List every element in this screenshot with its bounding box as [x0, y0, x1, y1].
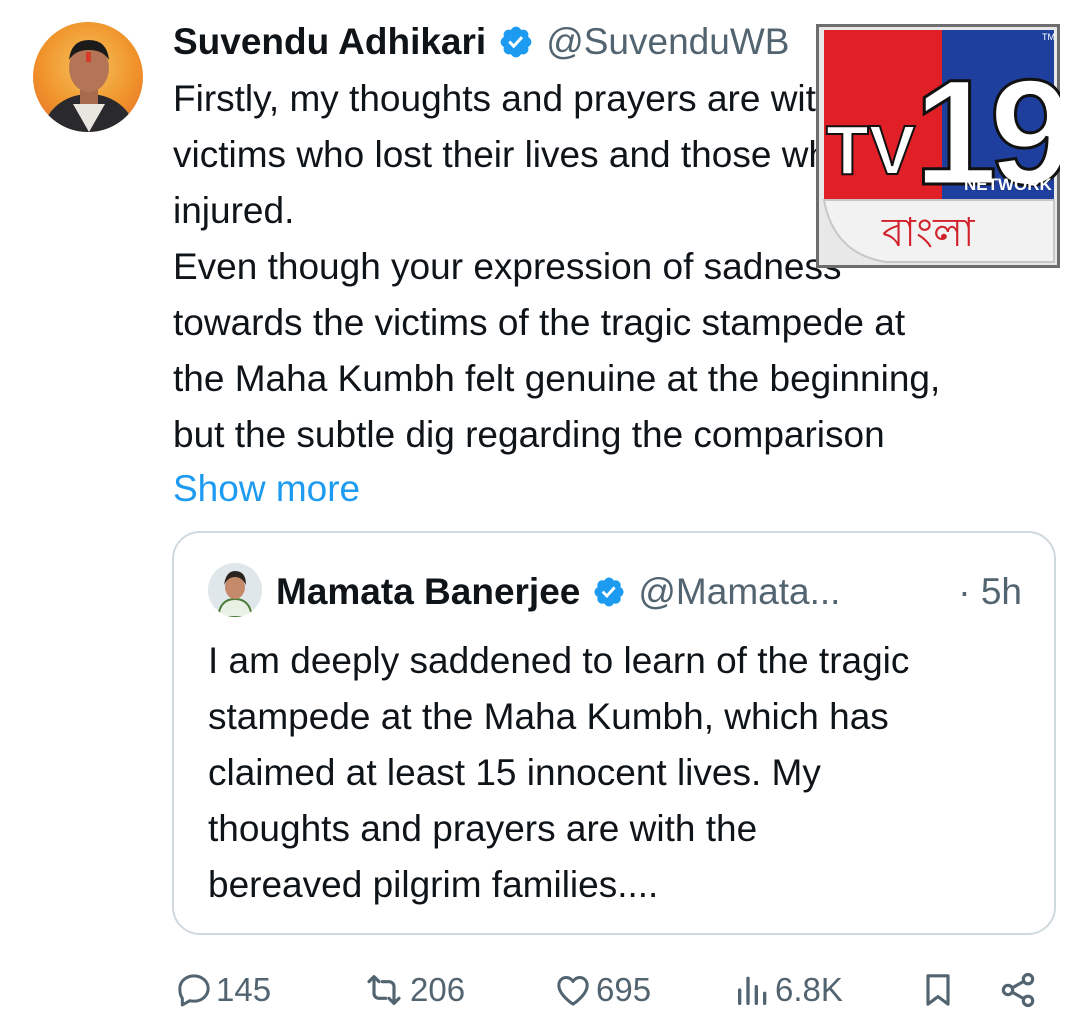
quoted-tweet-line: claimed at least 15 innocent lives. My: [208, 752, 821, 793]
author-avatar[interactable]: [33, 22, 143, 132]
bookmark-icon: [918, 970, 958, 1010]
quoted-author-avatar[interactable]: [208, 563, 262, 617]
quoted-tweet-text: I am deeply saddened to learn of the tra…: [208, 633, 1028, 913]
share-icon: [998, 970, 1038, 1010]
quoted-tweet-header: Mamata Banerjee @Mamata...: [276, 569, 840, 615]
like-count: 695: [596, 971, 652, 1008]
repost-icon: [360, 970, 408, 1010]
svg-text:TV: TV: [826, 111, 916, 189]
quoted-tweet-timestamp[interactable]: · 5h: [958, 569, 1022, 615]
quoted-tweet-card[interactable]: Mamata Banerjee @Mamata... · 5h I am dee…: [172, 531, 1056, 935]
repost-button[interactable]: 206: [360, 960, 465, 1020]
tweet-line: but the subtle dig regarding the compari…: [173, 414, 885, 455]
logo-tm: TM: [1042, 32, 1055, 42]
views-icon: [733, 970, 773, 1010]
quoted-author-handle[interactable]: @Mamata...: [638, 571, 840, 613]
reply-button[interactable]: 145: [174, 960, 271, 1020]
views-button[interactable]: 6.8K: [733, 960, 843, 1020]
quoted-author-name[interactable]: Mamata Banerjee: [276, 571, 580, 613]
author-name[interactable]: Suvendu Adhikari: [173, 21, 486, 63]
logo-network: NETWORK: [964, 175, 1053, 194]
reply-count: 145: [216, 971, 272, 1008]
quoted-tweet-line: thoughts and prayers are with the: [208, 808, 758, 849]
quoted-tweet-line: I am deeply saddened to learn of the tra…: [208, 640, 910, 681]
tweet-header: Suvendu Adhikari @SuvenduWB: [173, 20, 789, 64]
verified-badge-icon: [498, 24, 534, 60]
tv19-bangla-logo: TV 19 TM NETWORK বাংলা: [816, 24, 1077, 268]
tweet-line: the Maha Kumbh felt genuine at the begin…: [173, 358, 941, 399]
like-button[interactable]: 695: [552, 960, 651, 1020]
tweet-action-bar: 145 206 695 6.8K: [0, 960, 1080, 1020]
quoted-tweet-line: stampede at the Maha Kumbh, which has: [208, 696, 889, 737]
share-button[interactable]: [998, 960, 1038, 1020]
like-icon: [552, 970, 594, 1010]
repost-count: 206: [410, 971, 466, 1008]
author-handle[interactable]: @SuvenduWB: [546, 21, 789, 63]
verified-badge-icon: [592, 575, 626, 609]
tweet-line: towards the victims of the tragic stampe…: [173, 302, 906, 343]
show-more-link[interactable]: Show more: [173, 461, 360, 517]
reply-icon: [174, 970, 214, 1010]
quoted-tweet-line: bereaved pilgrim families....: [208, 864, 659, 905]
bookmark-button[interactable]: [918, 960, 958, 1020]
logo-language: বাংলা: [881, 210, 976, 256]
views-count: 6.8K: [775, 971, 843, 1008]
